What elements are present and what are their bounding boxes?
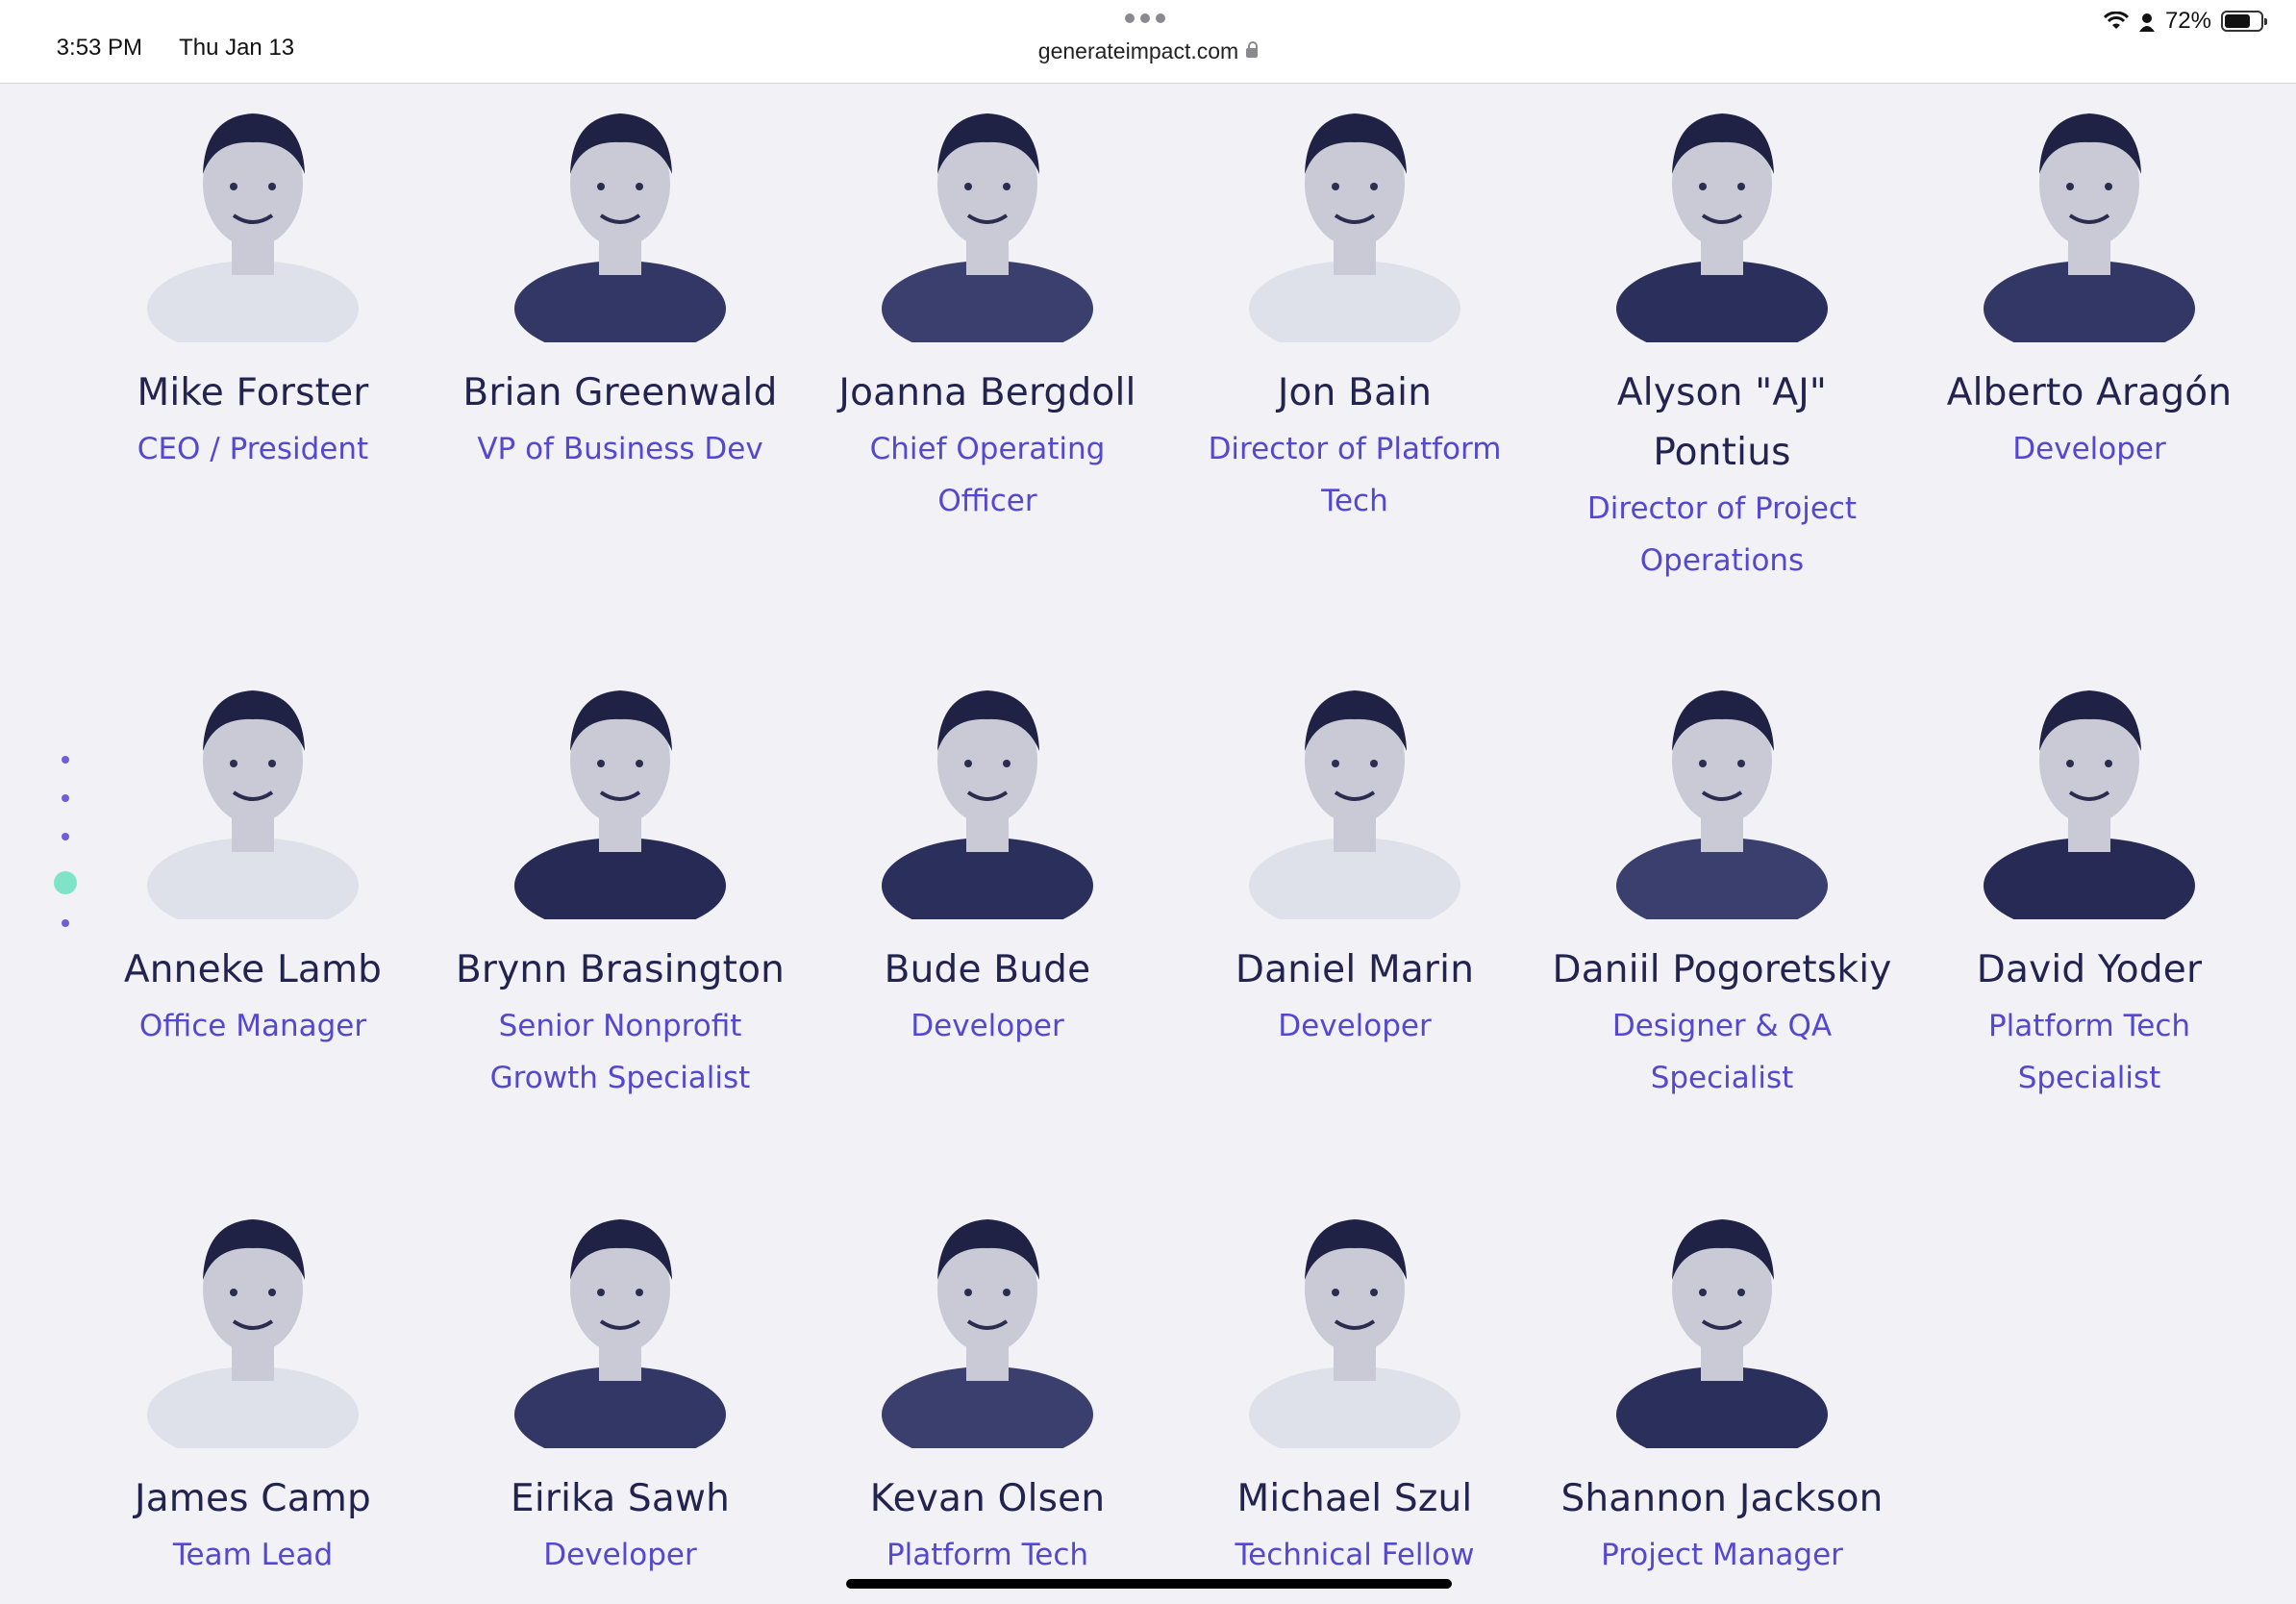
team-member-name: Alyson "AJ" Pontius xyxy=(1616,371,1828,474)
team-member-photo xyxy=(882,1219,1093,1448)
team-member-role: Technical Fellow xyxy=(1235,1538,1475,1572)
team-member-card: James Camp Team Lead xyxy=(69,1189,437,1581)
team-member-card: Mike Forster CEO / President xyxy=(69,83,437,475)
person-icon xyxy=(2138,12,2156,32)
team-grid: Mike Forster CEO / President Brian Greenw… xyxy=(0,83,2296,1604)
team-member-photo xyxy=(1249,690,1460,919)
team-member-card: Joanna Bergdoll Chief Operating Officer xyxy=(804,83,1171,527)
team-member-role: Developer xyxy=(2012,432,2166,466)
url-bar[interactable]: generateimpact.com xyxy=(0,38,2296,64)
lock-icon xyxy=(1246,41,1259,58)
team-member-card: David Yoder Platform Tech Specialist xyxy=(1906,660,2273,1104)
team-member-role: Developer xyxy=(911,1009,1064,1043)
team-member-name: Mike Forster xyxy=(137,371,369,414)
pager-dot[interactable] xyxy=(62,756,69,764)
team-member-photo xyxy=(882,690,1093,919)
team-member-name: Jon Bain xyxy=(1277,371,1433,414)
team-member-photo xyxy=(1249,113,1460,342)
battery-icon xyxy=(2221,11,2267,32)
pager-dot[interactable] xyxy=(62,919,69,927)
team-member-card: Daniil Pogoretskiy Designer & QA Specialis… xyxy=(1538,660,1906,1104)
team-member-photo xyxy=(514,113,726,342)
team-member-name: Brian Greenwald xyxy=(462,371,778,414)
team-member-name: Michael Szul xyxy=(1236,1477,1473,1520)
team-member-photo xyxy=(147,113,359,342)
pager-dot[interactable] xyxy=(62,794,69,802)
team-member-name: Eirika Sawh xyxy=(510,1477,730,1520)
team-member-role: Director of Platform Tech xyxy=(1208,432,1502,518)
team-member-name: Alberto Aragón xyxy=(1946,371,2233,414)
team-member-card: Eirika Sawh Developer xyxy=(437,1189,804,1581)
team-member-role: Director of Project Operations xyxy=(1586,491,1858,578)
team-member-photo xyxy=(147,690,359,919)
team-member-card: Michael Szul Technical Fellow xyxy=(1171,1189,1538,1581)
pager-dot[interactable] xyxy=(62,833,69,840)
wifi-icon xyxy=(2103,12,2129,31)
home-indicator[interactable] xyxy=(846,1579,1452,1589)
team-member-photo xyxy=(1984,113,2195,342)
team-member-card: Brynn Brasington Senior Nonprofit Growth S… xyxy=(437,660,804,1104)
team-member-photo xyxy=(1616,1219,1828,1448)
team-member-photo xyxy=(147,1219,359,1448)
team-member-role: Developer xyxy=(543,1538,697,1572)
team-member-photo xyxy=(1616,113,1828,342)
team-member-card: Bude Bude Developer xyxy=(804,660,1171,1052)
team-member-role: CEO / President xyxy=(137,432,369,466)
team-member-role: Senior Nonprofit Growth Specialist xyxy=(489,1009,751,1095)
team-member-card: Kevan Olsen Platform Tech xyxy=(804,1189,1171,1581)
team-member-photo xyxy=(882,113,1093,342)
team-member-photo xyxy=(1616,690,1828,919)
team-member-role: Platform Tech Specialist xyxy=(1987,1009,2191,1095)
team-member-role: Project Manager xyxy=(1601,1538,1843,1572)
team-member-name: Shannon Jackson xyxy=(1560,1477,1884,1520)
team-member-role: Team Lead xyxy=(172,1538,334,1572)
team-member-card: Alyson "AJ" Pontius Director of Project Ope… xyxy=(1538,83,1906,587)
team-member-card: Alberto Aragón Developer xyxy=(1906,83,2273,475)
team-member-card: Jon Bain Director of Platform Tech xyxy=(1171,83,1538,527)
pager-dot-active[interactable] xyxy=(54,871,77,894)
team-member-role: Chief Operating Officer xyxy=(869,432,1106,518)
team-member-name: James Camp xyxy=(135,1477,371,1520)
team-member-name: Kevan Olsen xyxy=(869,1477,1106,1520)
team-member-photo xyxy=(514,690,726,919)
team-member-role: Office Manager xyxy=(138,1009,367,1043)
section-pager[interactable] xyxy=(54,756,77,958)
team-member-name: Anneke Lamb xyxy=(123,948,383,991)
team-member-role: Developer xyxy=(1278,1009,1432,1043)
team-member-name: Daniil Pogoretskiy xyxy=(1552,948,1892,991)
team-member-photo xyxy=(1984,690,2195,919)
team-member-name: Brynn Brasington xyxy=(455,948,786,991)
team-member-card: Shannon Jackson Project Manager xyxy=(1538,1189,1906,1581)
tab-menu-dots-icon[interactable] xyxy=(1125,13,1165,23)
team-member-name: Bude Bude xyxy=(884,948,1091,991)
battery-percent: 72% xyxy=(2164,8,2211,34)
status-bar-right: 72% xyxy=(2103,8,2267,35)
team-member-role: Platform Tech xyxy=(886,1538,1089,1572)
team-member-card: Brian Greenwald VP of Business Dev xyxy=(437,83,804,475)
team-member-name: Joanna Bergdoll xyxy=(838,371,1136,414)
url-text[interactable]: generateimpact.com xyxy=(1038,38,1238,63)
team-member-photo xyxy=(514,1219,726,1448)
team-member-role: VP of Business Dev xyxy=(477,432,763,466)
team-member-card: Daniel Marin Developer xyxy=(1171,660,1538,1052)
team-member-card: Anneke Lamb Office Manager xyxy=(69,660,437,1052)
team-member-name: David Yoder xyxy=(1976,948,2203,991)
team-member-photo xyxy=(1249,1219,1460,1448)
team-member-name: Daniel Marin xyxy=(1235,948,1475,991)
team-member-role: Designer & QA Specialist xyxy=(1611,1009,1833,1095)
browser-top-bar: 3:53 PM Thu Jan 13 generateimpact.com 72% xyxy=(0,0,2296,84)
